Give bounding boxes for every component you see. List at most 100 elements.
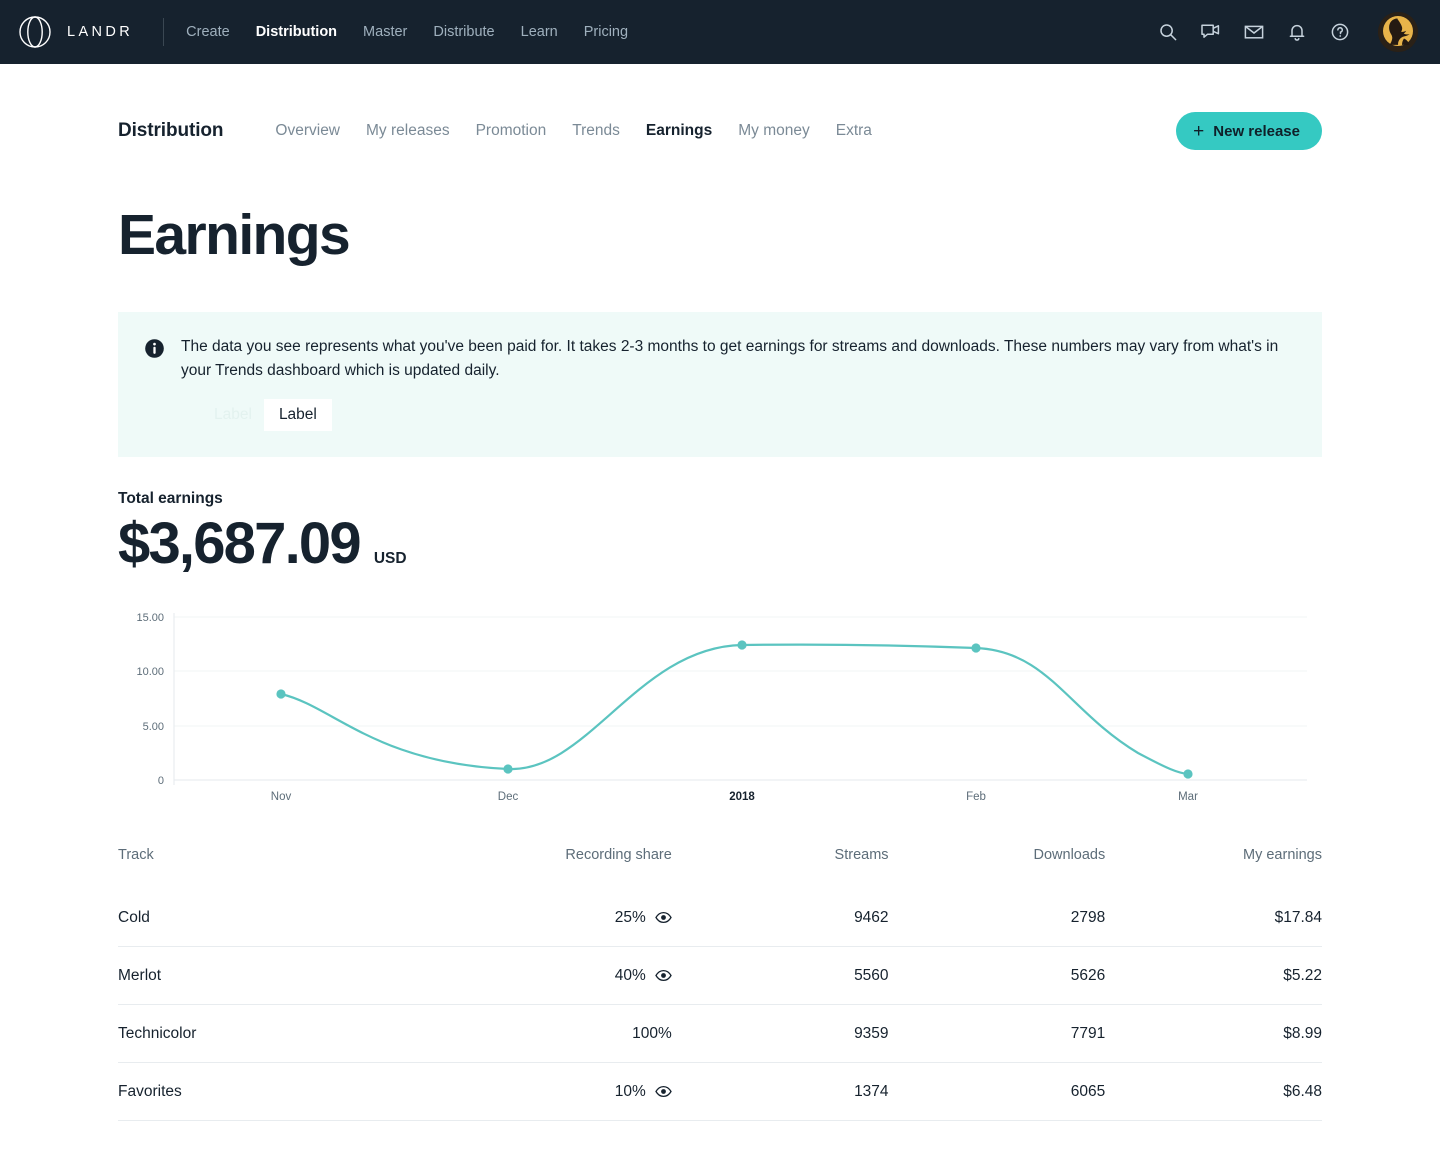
table-row[interactable]: Technicolor 100% 9359 7791 $8.99 [118, 1004, 1322, 1062]
x-tick-label-mar: Mar [1178, 791, 1198, 803]
help-icon[interactable] [1329, 21, 1351, 43]
info-banner-text: The data you see represents what you've … [181, 335, 1296, 383]
chart-point-2018[interactable] [737, 640, 746, 649]
new-release-button[interactable]: + New release [1176, 112, 1322, 150]
cell-share: 40% [467, 946, 672, 1004]
eye-icon[interactable] [655, 969, 672, 982]
top-navbar: LANDR Create Distribution Master Distrib… [0, 0, 1440, 64]
brand[interactable]: LANDR [18, 15, 133, 49]
chart-point-mar[interactable] [1183, 769, 1192, 778]
x-tick-label-nov: Nov [271, 791, 292, 803]
tab-my-releases[interactable]: My releases [366, 122, 450, 140]
main-nav: Create Distribution Master Distribute Le… [186, 24, 628, 40]
x-tick-label-dec: Dec [498, 791, 519, 803]
label-row: Label Label [214, 399, 1296, 431]
column-header-streams[interactable]: Streams [672, 847, 889, 889]
y-tick-label-15: 15.00 [136, 612, 164, 624]
cell-earnings: $8.99 [1105, 1004, 1322, 1062]
share-value: 40% [615, 967, 646, 985]
label-chip[interactable]: Label [264, 399, 332, 431]
cell-track: Technicolor [118, 1004, 467, 1062]
column-header-track[interactable]: Track [118, 847, 467, 889]
bell-icon[interactable] [1286, 21, 1308, 43]
nav-item-master[interactable]: Master [363, 24, 407, 40]
column-header-downloads[interactable]: Downloads [889, 847, 1106, 889]
table-row[interactable]: Cold 25% 9462 2798 $17.84 [118, 889, 1322, 947]
earnings-table: Track Recording share Streams Downloads … [118, 847, 1322, 1121]
page-title: Earnings [118, 202, 1322, 268]
chart-point-dec[interactable] [503, 764, 512, 773]
column-header-share[interactable]: Recording share [467, 847, 672, 889]
envelope-icon[interactable] [1243, 21, 1265, 43]
tab-trends[interactable]: Trends [572, 122, 620, 140]
cell-streams: 9359 [672, 1004, 889, 1062]
tab-overview[interactable]: Overview [275, 122, 340, 140]
earnings-chart: 15.00 10.00 5.00 0 Nov Dec 2018 Feb Mar [118, 603, 1322, 813]
tab-my-money[interactable]: My money [738, 122, 810, 140]
nav-item-distribution[interactable]: Distribution [256, 24, 337, 40]
cell-track: Merlot [118, 946, 467, 1004]
total-earnings-label: Total earnings [118, 490, 1322, 508]
plus-icon: + [1193, 122, 1204, 141]
x-tick-label-2018: 2018 [729, 791, 755, 803]
nav-item-create[interactable]: Create [186, 24, 230, 40]
y-tick-label-5: 5.00 [143, 721, 164, 733]
cell-streams: 5560 [672, 946, 889, 1004]
cell-share: 10% [467, 1062, 672, 1120]
subnav-title: Distribution [118, 120, 223, 142]
y-tick-label-10: 10.00 [136, 666, 164, 678]
cell-streams: 1374 [672, 1062, 889, 1120]
share-value: 10% [615, 1083, 646, 1101]
cell-downloads: 5626 [889, 946, 1106, 1004]
earnings-table-head: Track Recording share Streams Downloads … [118, 847, 1322, 889]
earnings-table-body: Cold 25% 9462 2798 $17.84 [118, 889, 1322, 1121]
chart-point-feb[interactable] [971, 643, 980, 652]
section-subnav: Distribution Overview My releases Promot… [118, 64, 1322, 150]
earnings-chart-svg: 15.00 10.00 5.00 0 Nov Dec 2018 Feb Mar [118, 603, 1322, 803]
subnav-links: Overview My releases Promotion Trends Ea… [275, 122, 872, 140]
cell-earnings: $17.84 [1105, 889, 1322, 947]
info-banner-body: The data you see represents what you've … [181, 335, 1296, 431]
landr-logo-icon [18, 15, 52, 49]
cell-share: 25% [467, 889, 672, 947]
search-icon[interactable] [1157, 21, 1179, 43]
eye-icon[interactable] [655, 911, 672, 924]
avatar[interactable] [1378, 12, 1418, 52]
table-header-row: Track Recording share Streams Downloads … [118, 847, 1322, 889]
cell-downloads: 6065 [889, 1062, 1106, 1120]
cell-earnings: $6.48 [1105, 1062, 1322, 1120]
cell-streams: 9462 [672, 889, 889, 947]
nav-item-pricing[interactable]: Pricing [584, 24, 628, 40]
video-chat-icon[interactable] [1200, 21, 1222, 43]
column-header-earnings[interactable]: My earnings [1105, 847, 1322, 889]
share-value: 100% [632, 1025, 672, 1043]
nav-item-distribute[interactable]: Distribute [433, 24, 494, 40]
cell-downloads: 2798 [889, 889, 1106, 947]
cell-downloads: 7791 [889, 1004, 1106, 1062]
new-release-label: New release [1213, 123, 1300, 140]
x-tick-label-feb: Feb [966, 791, 986, 803]
info-banner: The data you see represents what you've … [118, 312, 1322, 457]
top-nav-actions [1157, 12, 1424, 52]
cell-track: Favorites [118, 1062, 467, 1120]
cell-track: Cold [118, 889, 467, 947]
tab-earnings[interactable]: Earnings [646, 122, 712, 140]
ghost-label-text: Label [214, 406, 252, 424]
y-tick-label-0: 0 [158, 775, 164, 787]
chart-point-nov[interactable] [276, 689, 285, 698]
table-row[interactable]: Merlot 40% 5560 5626 $5.22 [118, 946, 1322, 1004]
info-icon [144, 338, 165, 431]
eye-icon[interactable] [655, 1085, 672, 1098]
share-value: 25% [615, 909, 646, 927]
table-row[interactable]: Favorites 10% 1374 6065 $6.48 [118, 1062, 1322, 1120]
cell-earnings: $5.22 [1105, 946, 1322, 1004]
tab-promotion[interactable]: Promotion [476, 122, 547, 140]
total-earnings-amount: $3,687.09 [118, 514, 360, 575]
total-earnings-row: $3,687.09 USD [118, 514, 1322, 575]
page-content: Distribution Overview My releases Promot… [0, 64, 1440, 1121]
tab-extra[interactable]: Extra [836, 122, 872, 140]
cell-share: 100% [467, 1004, 672, 1062]
chart-line [281, 645, 1188, 774]
total-earnings-currency: USD [374, 550, 407, 568]
nav-item-learn[interactable]: Learn [521, 24, 558, 40]
